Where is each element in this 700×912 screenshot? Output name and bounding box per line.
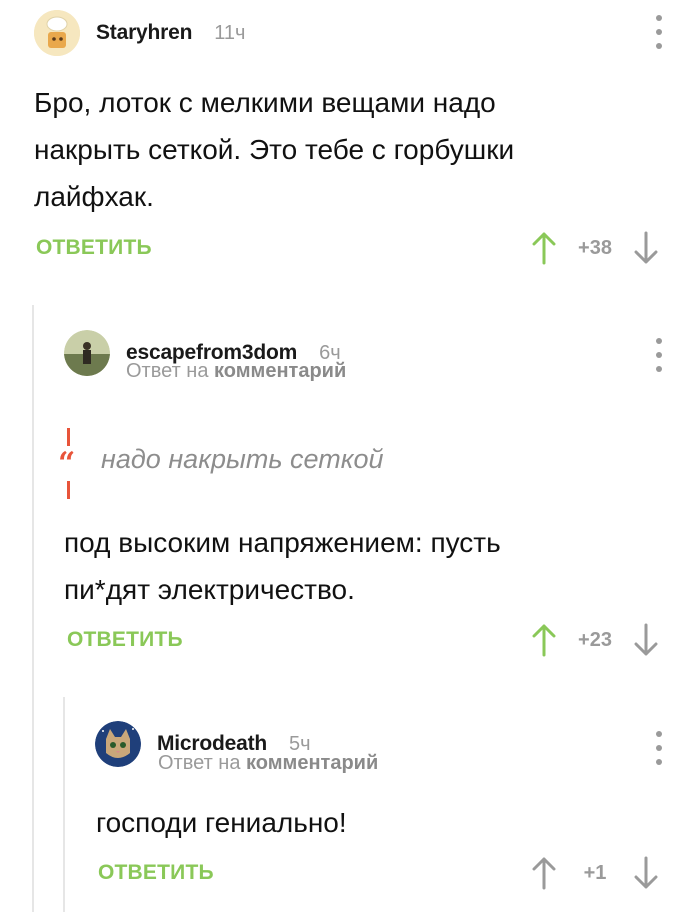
downvote-arrow-icon[interactable] [633,231,659,265]
quote-bar-top [67,428,70,446]
timestamp: 11ч [214,21,246,44]
reply-to-prefix: Ответ на [158,752,241,774]
person-landscape-avatar-icon [64,330,110,376]
quote-bar-bottom [67,481,70,499]
more-menu-icon[interactable] [649,15,669,49]
comment-text-line: лайфхак. [34,181,154,212]
reply-button[interactable]: ОТВЕТИТЬ [36,236,152,260]
reply-to-link[interactable]: комментарий [246,752,378,774]
rating-controls: +38 [531,231,659,265]
reply-to-link[interactable]: комментарий [214,360,346,382]
comment-header: Staryhren 11ч [34,10,245,56]
rating-controls: +1 [531,856,659,890]
avatar[interactable] [95,721,141,767]
downvote-arrow-icon[interactable] [633,856,659,890]
comment-text: Бро, лоток с мелкими вещами надо накрыть… [34,79,674,220]
comment-text-line: господи гениально! [96,807,347,838]
thread-line-level-1 [32,305,34,912]
quoted-text: надо накрыть сеткой [101,444,384,474]
avatar[interactable] [34,10,80,56]
upvote-arrow-icon[interactable] [531,856,557,890]
reply-button[interactable]: ОТВЕТИТЬ [67,628,183,652]
upvote-arrow-icon[interactable] [531,623,557,657]
comment-text-line: Бро, лоток с мелкими вещами надо [34,87,496,118]
reply-to-prefix: Ответ на [126,360,209,382]
avatar[interactable] [64,330,110,376]
chef-avatar-icon [34,10,80,56]
comment-text-line: под высоким напряжением: пусть [64,527,501,558]
more-menu-icon[interactable] [649,338,669,372]
comment-text-line: накрыть сеткой. Это тебе с горбушки [34,134,515,165]
reply-to-line: Ответ на комментарий [126,360,346,383]
downvote-arrow-icon[interactable] [633,623,659,657]
rating-score: +38 [578,236,612,259]
upvote-arrow-icon[interactable] [531,231,557,265]
comment-text: под высоким напряжением: пусть пи*дят эл… [64,519,674,613]
rating-score: +1 [583,861,607,884]
thread-line-level-2 [63,697,65,912]
rating-controls: +23 [531,623,659,657]
more-menu-icon[interactable] [649,731,669,765]
comment-text-line: пи*дят электричество. [64,574,355,605]
reply-to-line: Ответ на комментарий [158,752,378,775]
comment-text: господи гениально! [96,799,676,846]
reply-button[interactable]: ОТВЕТИТЬ [98,861,214,885]
quote-mark-icon: “ [58,446,76,481]
space-cat-avatar-icon [95,721,141,767]
username[interactable]: Staryhren [96,21,192,45]
rating-score: +23 [578,628,612,651]
